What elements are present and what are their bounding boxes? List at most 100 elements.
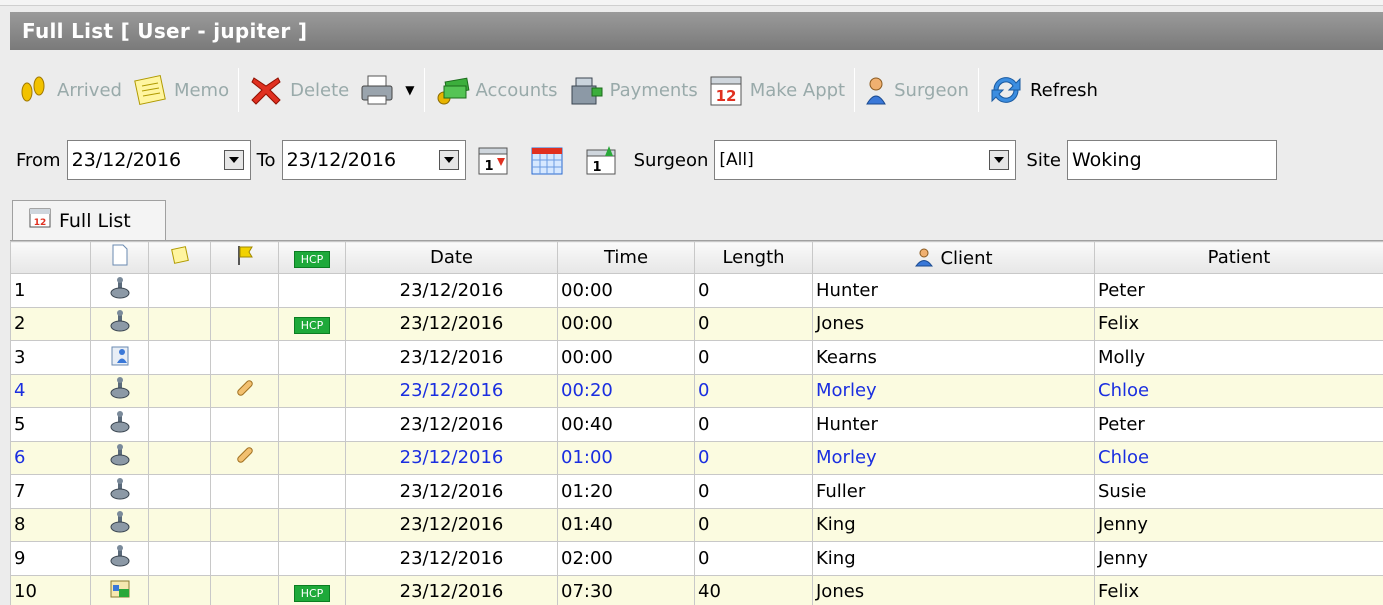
to-date-value: 23/12/2016 [286, 149, 397, 171]
make-appt-label: Make Appt [749, 79, 846, 101]
row-client: Fuller [812, 474, 1095, 509]
make-appt-button[interactable]: 12 Make Appt [703, 68, 850, 112]
col-patient-header[interactable]: Patient [1094, 241, 1383, 274]
site-label: Site [1026, 149, 1061, 171]
joystick-icon [109, 477, 131, 506]
surgeon-select-value: [All] [719, 150, 754, 170]
from-date-field[interactable]: 23/12/2016 [66, 140, 251, 180]
row-type-cell [90, 440, 149, 475]
table-row[interactable]: 8 23/12/2016 01:40 0 King Jenny [10, 507, 1383, 542]
flag-icon [237, 246, 253, 265]
joystick-icon [109, 310, 131, 338]
col-number-header[interactable] [10, 241, 91, 274]
col-client-header[interactable]: Client [812, 241, 1095, 274]
col-hcp-header[interactable]: HCP [278, 241, 346, 274]
table-row[interactable]: 7 23/12/2016 01:20 0 Fuller Susie [10, 474, 1383, 509]
row-number: 4 [10, 373, 91, 408]
svg-text:12: 12 [715, 87, 736, 105]
row-time: 00:00 [557, 340, 695, 375]
hcp-badge: HCP [293, 251, 331, 268]
col-document-header[interactable] [90, 241, 149, 274]
row-number: 1 [10, 273, 91, 308]
refresh-button[interactable]: Refresh [983, 68, 1103, 112]
row-time: 00:20 [557, 373, 695, 408]
row-date: 23/12/2016 [345, 541, 558, 576]
col-date-header[interactable]: Date [345, 241, 558, 274]
filter-bar: From 23/12/2016 To 23/12/2016 1 1 Surgeo… [10, 136, 1383, 184]
arrived-button[interactable]: Arrived [10, 68, 127, 112]
payments-button[interactable]: Payments [563, 68, 703, 112]
row-time: 07:30 [557, 574, 695, 605]
row-patient: Susie [1094, 474, 1383, 509]
row-type-cell [90, 507, 149, 542]
row-hcp-cell [278, 340, 346, 375]
table-row[interactable]: 6 23/12/2016 01:00 0 Morley Chloe [10, 440, 1383, 475]
row-number: 8 [10, 507, 91, 542]
row-hcp-cell [278, 273, 346, 308]
row-time: 02:00 [557, 541, 695, 576]
calendar-day-down-icon[interactable]: 1 [475, 142, 511, 178]
site-value: Woking [1071, 149, 1142, 171]
accounts-label: Accounts [475, 79, 558, 101]
row-length: 0 [694, 474, 813, 509]
row-client: Kearns [812, 340, 1095, 375]
table-header-row: HCP Date Time Length Client Patient [10, 241, 1383, 274]
hcp-badge: HCP [293, 317, 331, 335]
memo-label: Memo [173, 79, 230, 101]
calendar-grid-icon[interactable] [529, 142, 565, 178]
col-length-header[interactable]: Length [694, 241, 813, 274]
table-row[interactable]: 1 23/12/2016 00:00 0 Hunter Peter [10, 273, 1383, 308]
row-memo-cell [148, 407, 211, 442]
row-patient: Chloe [1094, 373, 1383, 408]
table-row[interactable]: 10 HCP 23/12/2016 07:30 40 Jones Felix [10, 574, 1383, 605]
to-date-field[interactable]: 23/12/2016 [281, 140, 466, 180]
table-row[interactable]: 3 23/12/2016 00:00 0 Kearns Molly [10, 340, 1383, 375]
tab-full-list[interactable]: 12 Full List [12, 200, 166, 240]
row-patient: Peter [1094, 407, 1383, 442]
to-date-dropdown[interactable] [438, 150, 459, 170]
calendar-day-up-icon[interactable]: 1 [583, 142, 619, 178]
row-memo-cell [148, 373, 211, 408]
toolbar-separator [977, 68, 979, 112]
row-client: Morley [812, 373, 1095, 408]
svg-text:1: 1 [592, 160, 601, 175]
col-memo-header[interactable] [148, 241, 211, 274]
accounts-button[interactable]: Accounts [429, 68, 563, 112]
from-date-dropdown[interactable] [223, 150, 244, 170]
window-title: Full List [ User - jupiter ] [10, 12, 1383, 50]
delete-label: Delete [290, 79, 350, 101]
col-flag-header[interactable] [210, 241, 279, 274]
row-patient: Felix [1094, 574, 1383, 605]
row-date: 23/12/2016 [345, 340, 558, 375]
top-edge [0, 0, 1383, 6]
surgeon-filter-label: Surgeon [633, 149, 709, 171]
print-button[interactable]: ▼ [354, 68, 419, 112]
row-flag-cell [210, 340, 279, 375]
joystick-icon [109, 377, 131, 405]
row-number: 7 [10, 474, 91, 509]
joystick-icon [109, 511, 131, 539]
memo-button[interactable]: Memo [127, 68, 234, 112]
table-row[interactable]: 4 23/12/2016 00:20 0 Morley Chloe [10, 373, 1383, 408]
cash-register-icon [568, 72, 604, 108]
table-row[interactable]: 2 HCP 23/12/2016 00:00 0 Jones Felix [10, 306, 1383, 341]
surgeon-select[interactable]: [All] [714, 140, 1017, 180]
surgeon-button[interactable]: Surgeon [859, 68, 974, 112]
row-length: 0 [694, 373, 813, 408]
row-patient: Jenny [1094, 507, 1383, 542]
printer-icon [359, 72, 395, 108]
col-time-header[interactable]: Time [557, 241, 695, 274]
surgeon-select-dropdown[interactable] [989, 150, 1010, 170]
table-row[interactable]: 9 23/12/2016 02:00 0 King Jenny [10, 541, 1383, 576]
row-date: 23/12/2016 [345, 474, 558, 509]
delete-button[interactable]: Delete [243, 68, 354, 112]
row-flag-cell [210, 507, 279, 542]
print-dropdown-arrow[interactable]: ▼ [405, 83, 414, 97]
svg-text:1: 1 [484, 159, 493, 174]
table-row[interactable]: 5 23/12/2016 00:40 0 Hunter Peter [10, 407, 1383, 442]
row-time: 01:00 [557, 440, 695, 475]
row-time: 01:40 [557, 507, 695, 542]
row-type-cell [90, 474, 149, 509]
row-patient: Jenny [1094, 541, 1383, 576]
site-field[interactable]: Woking [1066, 140, 1277, 180]
